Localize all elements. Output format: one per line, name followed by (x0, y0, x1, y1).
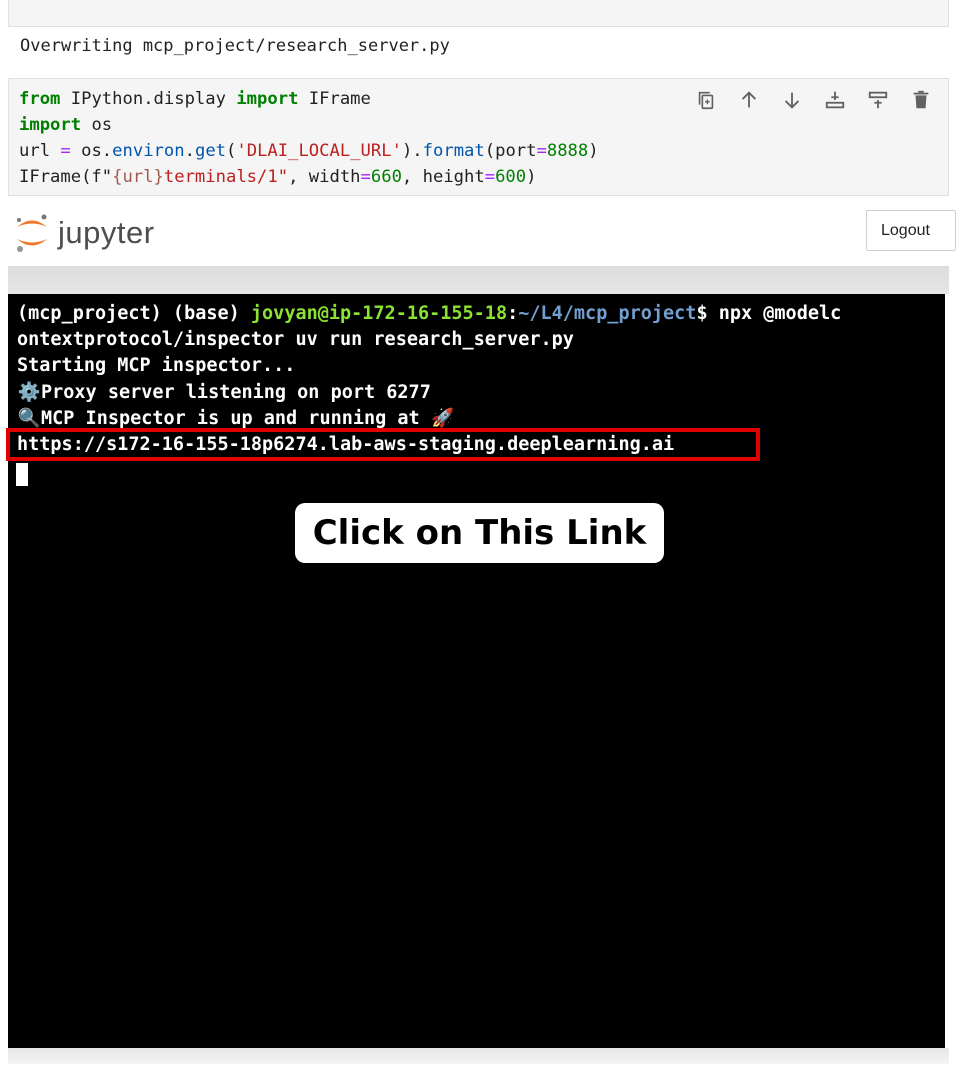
code-token: 600 (495, 167, 527, 187)
code-token: = (60, 141, 71, 161)
insert-below-icon (825, 91, 845, 109)
terminal-line: Proxy server listening on port 6277 (41, 381, 431, 403)
code-token: get (194, 141, 227, 161)
code-token: 'DLAI_LOCAL_URL' (236, 141, 402, 161)
code-token: = (536, 141, 547, 161)
terminal-line: MCP Inspector is up and running at (41, 407, 431, 429)
code-token: , width (288, 167, 361, 187)
code-token: (port (484, 141, 537, 161)
code-token: from (19, 89, 61, 109)
code-token: format (422, 141, 485, 161)
code-token: environ (112, 141, 185, 161)
delete-icon (913, 90, 929, 109)
iframe-bottom-border (8, 1048, 949, 1064)
code-token: 660 (370, 167, 402, 187)
jupyter-header: jupyter Logout (0, 204, 960, 262)
prompt-env: (mcp_project) (base) (17, 303, 251, 324)
move-up-icon (741, 91, 757, 108)
code-token: , height (401, 167, 485, 187)
insert-above-button[interactable] (865, 87, 891, 113)
code-token: = (360, 167, 371, 187)
terminal-line: Starting MCP inspector... (17, 355, 296, 377)
jupyter-logo[interactable]: jupyter (14, 212, 155, 254)
code-token: IPython.display (60, 89, 237, 109)
code-token: {url} (112, 167, 164, 187)
insert-below-button[interactable] (822, 87, 848, 113)
prompt-path: ~/L4/mcp_project (518, 303, 697, 324)
move-up-button[interactable] (736, 87, 762, 113)
code-cell[interactable]: from IPython.display import IFrame impor… (8, 78, 949, 196)
code-token: ( (226, 141, 237, 161)
duplicate-cell-button[interactable] (693, 87, 719, 113)
previous-cell (8, 0, 949, 27)
jupyter-logo-icon (17, 214, 47, 252)
code-token: os (81, 115, 113, 135)
terminal-cursor (16, 463, 28, 486)
code-token: import (19, 115, 82, 135)
code-token: IFrame(f" (19, 167, 113, 187)
terminal-line: ontextprotocol/inspector uv run research… (17, 329, 574, 351)
move-down-icon (784, 92, 800, 109)
prompt-colon: : (507, 303, 519, 324)
code-token: url (19, 141, 61, 161)
code-token: import (236, 89, 299, 109)
instruction-callout: Click on This Link (295, 503, 664, 563)
code-token: os. (70, 141, 113, 161)
prompt-command: $ npx @modelc (696, 303, 842, 324)
code-token: terminals/1" (163, 167, 289, 187)
jupyter-logo-text: jupyter (58, 215, 155, 250)
insert-above-icon (868, 91, 888, 109)
code-token: ). (401, 141, 423, 161)
code-token: . (184, 141, 195, 161)
move-down-button[interactable] (779, 87, 805, 113)
code-token: ) (526, 167, 537, 187)
logout-button[interactable]: Logout (866, 210, 956, 251)
url-highlight-box (6, 428, 760, 461)
code-token: 8888 (546, 141, 589, 161)
copy-icon (698, 91, 714, 110)
iframe-top-border (8, 266, 949, 294)
gear-icon: ⚙️ (17, 381, 41, 403)
cell-output: Overwriting mcp_project/research_server.… (20, 36, 450, 56)
cell-toolbar (693, 87, 934, 113)
terminal[interactable]: (mcp_project) (base) jovyan@ip-172-16-15… (6, 294, 945, 1048)
code-editor[interactable]: from IPython.display import IFrame impor… (19, 86, 599, 190)
code-token: IFrame (298, 89, 371, 109)
delete-cell-button[interactable] (908, 87, 934, 113)
code-token: ) (588, 141, 599, 161)
prompt-user: jovyan@ip-172-16-155-18 (250, 303, 508, 324)
code-token: = (484, 167, 496, 187)
